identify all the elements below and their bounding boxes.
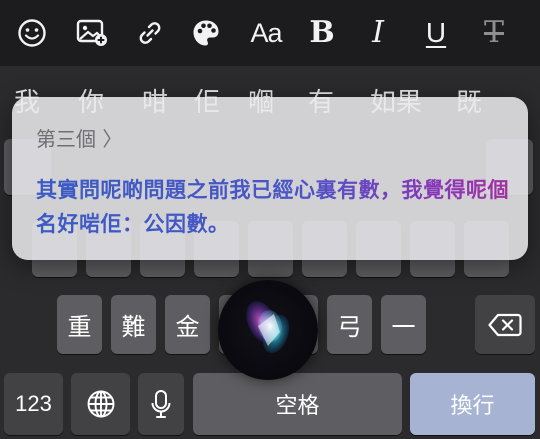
insert-image-icon[interactable] [72, 13, 112, 53]
return-key[interactable]: 換行 [410, 373, 535, 435]
font-size-icon[interactable]: Aa [245, 13, 287, 53]
key-jin[interactable]: 金 [165, 295, 210, 354]
globe-icon [87, 390, 114, 418]
microphone-icon [151, 390, 171, 418]
bold-icon[interactable]: B [302, 13, 342, 53]
italic-icon[interactable]: I [358, 13, 398, 53]
key-zhong[interactable]: 重 [57, 295, 102, 354]
key-yi[interactable]: 一 [381, 295, 426, 354]
siri-response-text: 其實問呢啲問題之前我已經心裏有數，我覺得呢個名好啱佢：公因數。 [36, 173, 511, 241]
backspace-icon [488, 313, 522, 336]
strikethrough-icon[interactable]: T [474, 13, 514, 53]
globe-key[interactable] [71, 373, 130, 435]
delete-key[interactable] [475, 295, 535, 354]
numbers-key[interactable]: 123 [4, 373, 63, 435]
siri-response-card[interactable]: 第三個 〉 其實問呢啲問題之前我已經心裏有數，我覺得呢個名好啱佢：公因數。 [12, 97, 528, 260]
emoji-icon[interactable] [12, 13, 52, 53]
link-icon[interactable] [130, 13, 170, 53]
underline-icon[interactable]: U [416, 13, 456, 53]
formatting-toolbar: Aa B I U T [0, 0, 540, 66]
dictation-key[interactable] [138, 373, 184, 435]
color-palette-icon[interactable] [186, 13, 226, 53]
siri-waveform-icon [246, 301, 290, 354]
siri-heading[interactable]: 第三個 〉 [36, 123, 122, 152]
siri-orb[interactable] [218, 280, 318, 380]
space-key[interactable]: 空格 [193, 373, 402, 435]
key-nan[interactable]: 難 [111, 295, 156, 354]
key-gong[interactable]: 弓 [327, 295, 372, 354]
